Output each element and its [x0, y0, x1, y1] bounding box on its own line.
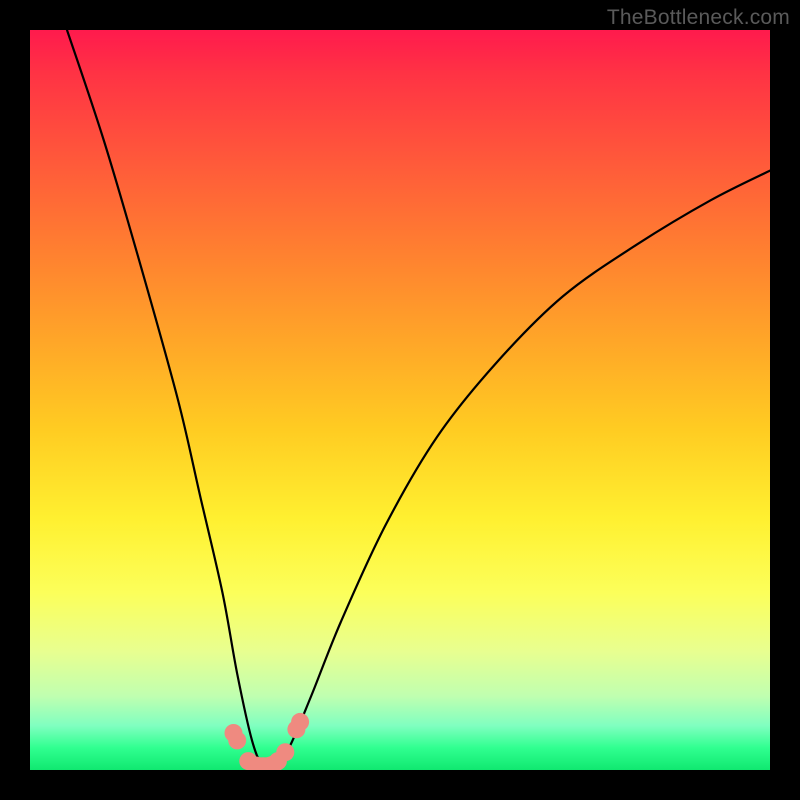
data-marker: [291, 713, 309, 731]
data-markers: [225, 713, 310, 770]
data-marker: [276, 743, 294, 761]
watermark-text: TheBottleneck.com: [607, 6, 790, 30]
chart-svg: [30, 30, 770, 770]
data-marker: [228, 731, 246, 749]
plot-area: [30, 30, 770, 770]
chart-frame: TheBottleneck.com: [0, 0, 800, 800]
bottleneck-curve: [67, 30, 770, 769]
